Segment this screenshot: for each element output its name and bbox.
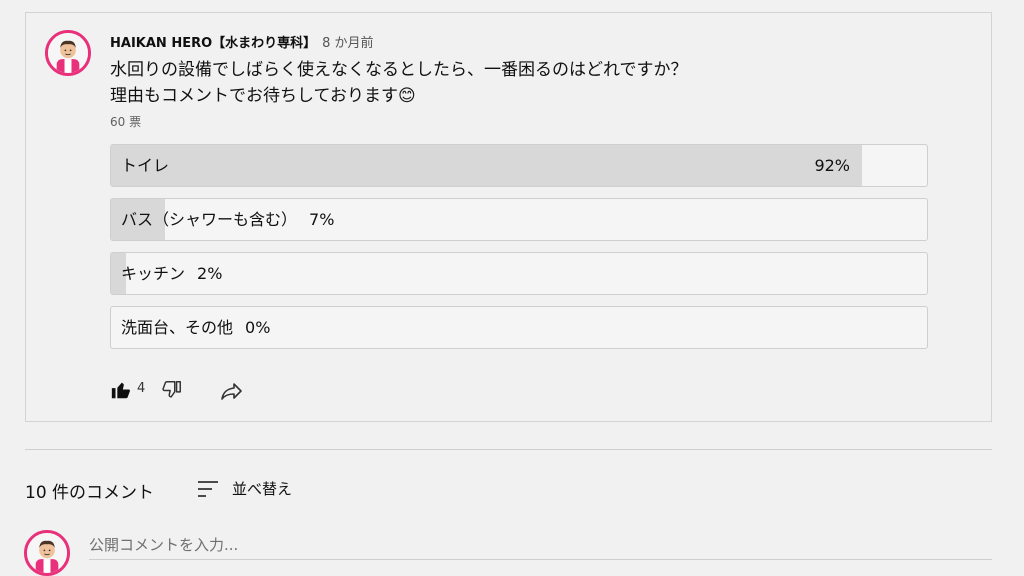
poll-option-label: バス（シャワーも含む） xyxy=(121,210,298,229)
share-button[interactable] xyxy=(220,379,244,403)
poll-option-label-group: 洗面台、その他 0% xyxy=(121,307,270,348)
poll-option-percent: 2% xyxy=(197,264,223,283)
user-avatar xyxy=(24,530,70,576)
poll-option-label-group: キッチン 2% xyxy=(121,253,222,294)
comment-input[interactable] xyxy=(89,531,992,560)
poll-option-percent: 7% xyxy=(309,210,335,229)
post-meta: HAIKAN HERO【水まわり専科】 8 か月前 xyxy=(110,32,374,51)
like-count: 4 xyxy=(137,381,146,396)
post-text-line2: 理由もコメントでお待ちしております😊 xyxy=(110,86,416,106)
poll-post-card: HAIKAN HERO【水まわり専科】 8 か月前 水回りの設備でしばらく使えなく… xyxy=(25,12,992,422)
author-name[interactable]: HAIKAN HERO【水まわり専科】 xyxy=(110,36,316,51)
dislike-button[interactable] xyxy=(161,379,183,401)
comment-count: 10 件のコメント xyxy=(25,483,155,503)
poll-option-bath[interactable]: バス（シャワーも含む） 7% xyxy=(110,198,928,241)
thumbs-up-icon xyxy=(111,382,130,399)
poll-options: トイレ 92% バス（シャワーも含む） 7% キッチン 2% 洗面台、その他 0% xyxy=(110,144,928,360)
post-text-line1: 水回りの設備でしばらく使えなくなるとしたら、一番困るのはどれですか？ xyxy=(110,60,688,80)
share-icon xyxy=(221,383,242,400)
like-button[interactable] xyxy=(110,379,132,401)
poll-option-percent: 92% xyxy=(814,156,850,175)
sort-label: 並べ替え xyxy=(232,480,293,498)
avatar-icon xyxy=(27,533,67,573)
author-avatar[interactable] xyxy=(45,30,91,76)
poll-option-label: トイレ xyxy=(121,156,170,175)
poll-option-kitchen[interactable]: キッチン 2% xyxy=(110,252,928,295)
post-actions: 4 xyxy=(110,379,310,403)
comments-header: 10 件のコメント 並べ替え xyxy=(25,478,292,503)
poll-option-toilet[interactable]: トイレ 92% xyxy=(110,144,928,187)
avatar-icon xyxy=(48,33,88,73)
poll-option-label: キッチン xyxy=(121,264,186,283)
vote-count: 60 票 xyxy=(110,115,142,129)
sort-icon xyxy=(198,481,218,497)
poll-option-percent: 0% xyxy=(245,318,271,337)
poll-option-label-group: バス（シャワーも含む） 7% xyxy=(121,199,334,240)
post-text: 水回りの設備でしばらく使えなくなるとしたら、一番困るのはどれですか？ 理由もコメ… xyxy=(110,57,688,109)
post-time[interactable]: 8 か月前 xyxy=(322,36,373,51)
poll-option-label: 洗面台、その他 xyxy=(121,318,234,337)
poll-option-washbasin[interactable]: 洗面台、その他 0% xyxy=(110,306,928,349)
section-divider xyxy=(25,449,992,450)
thumbs-down-icon xyxy=(162,381,181,398)
poll-option-fill xyxy=(111,145,862,186)
